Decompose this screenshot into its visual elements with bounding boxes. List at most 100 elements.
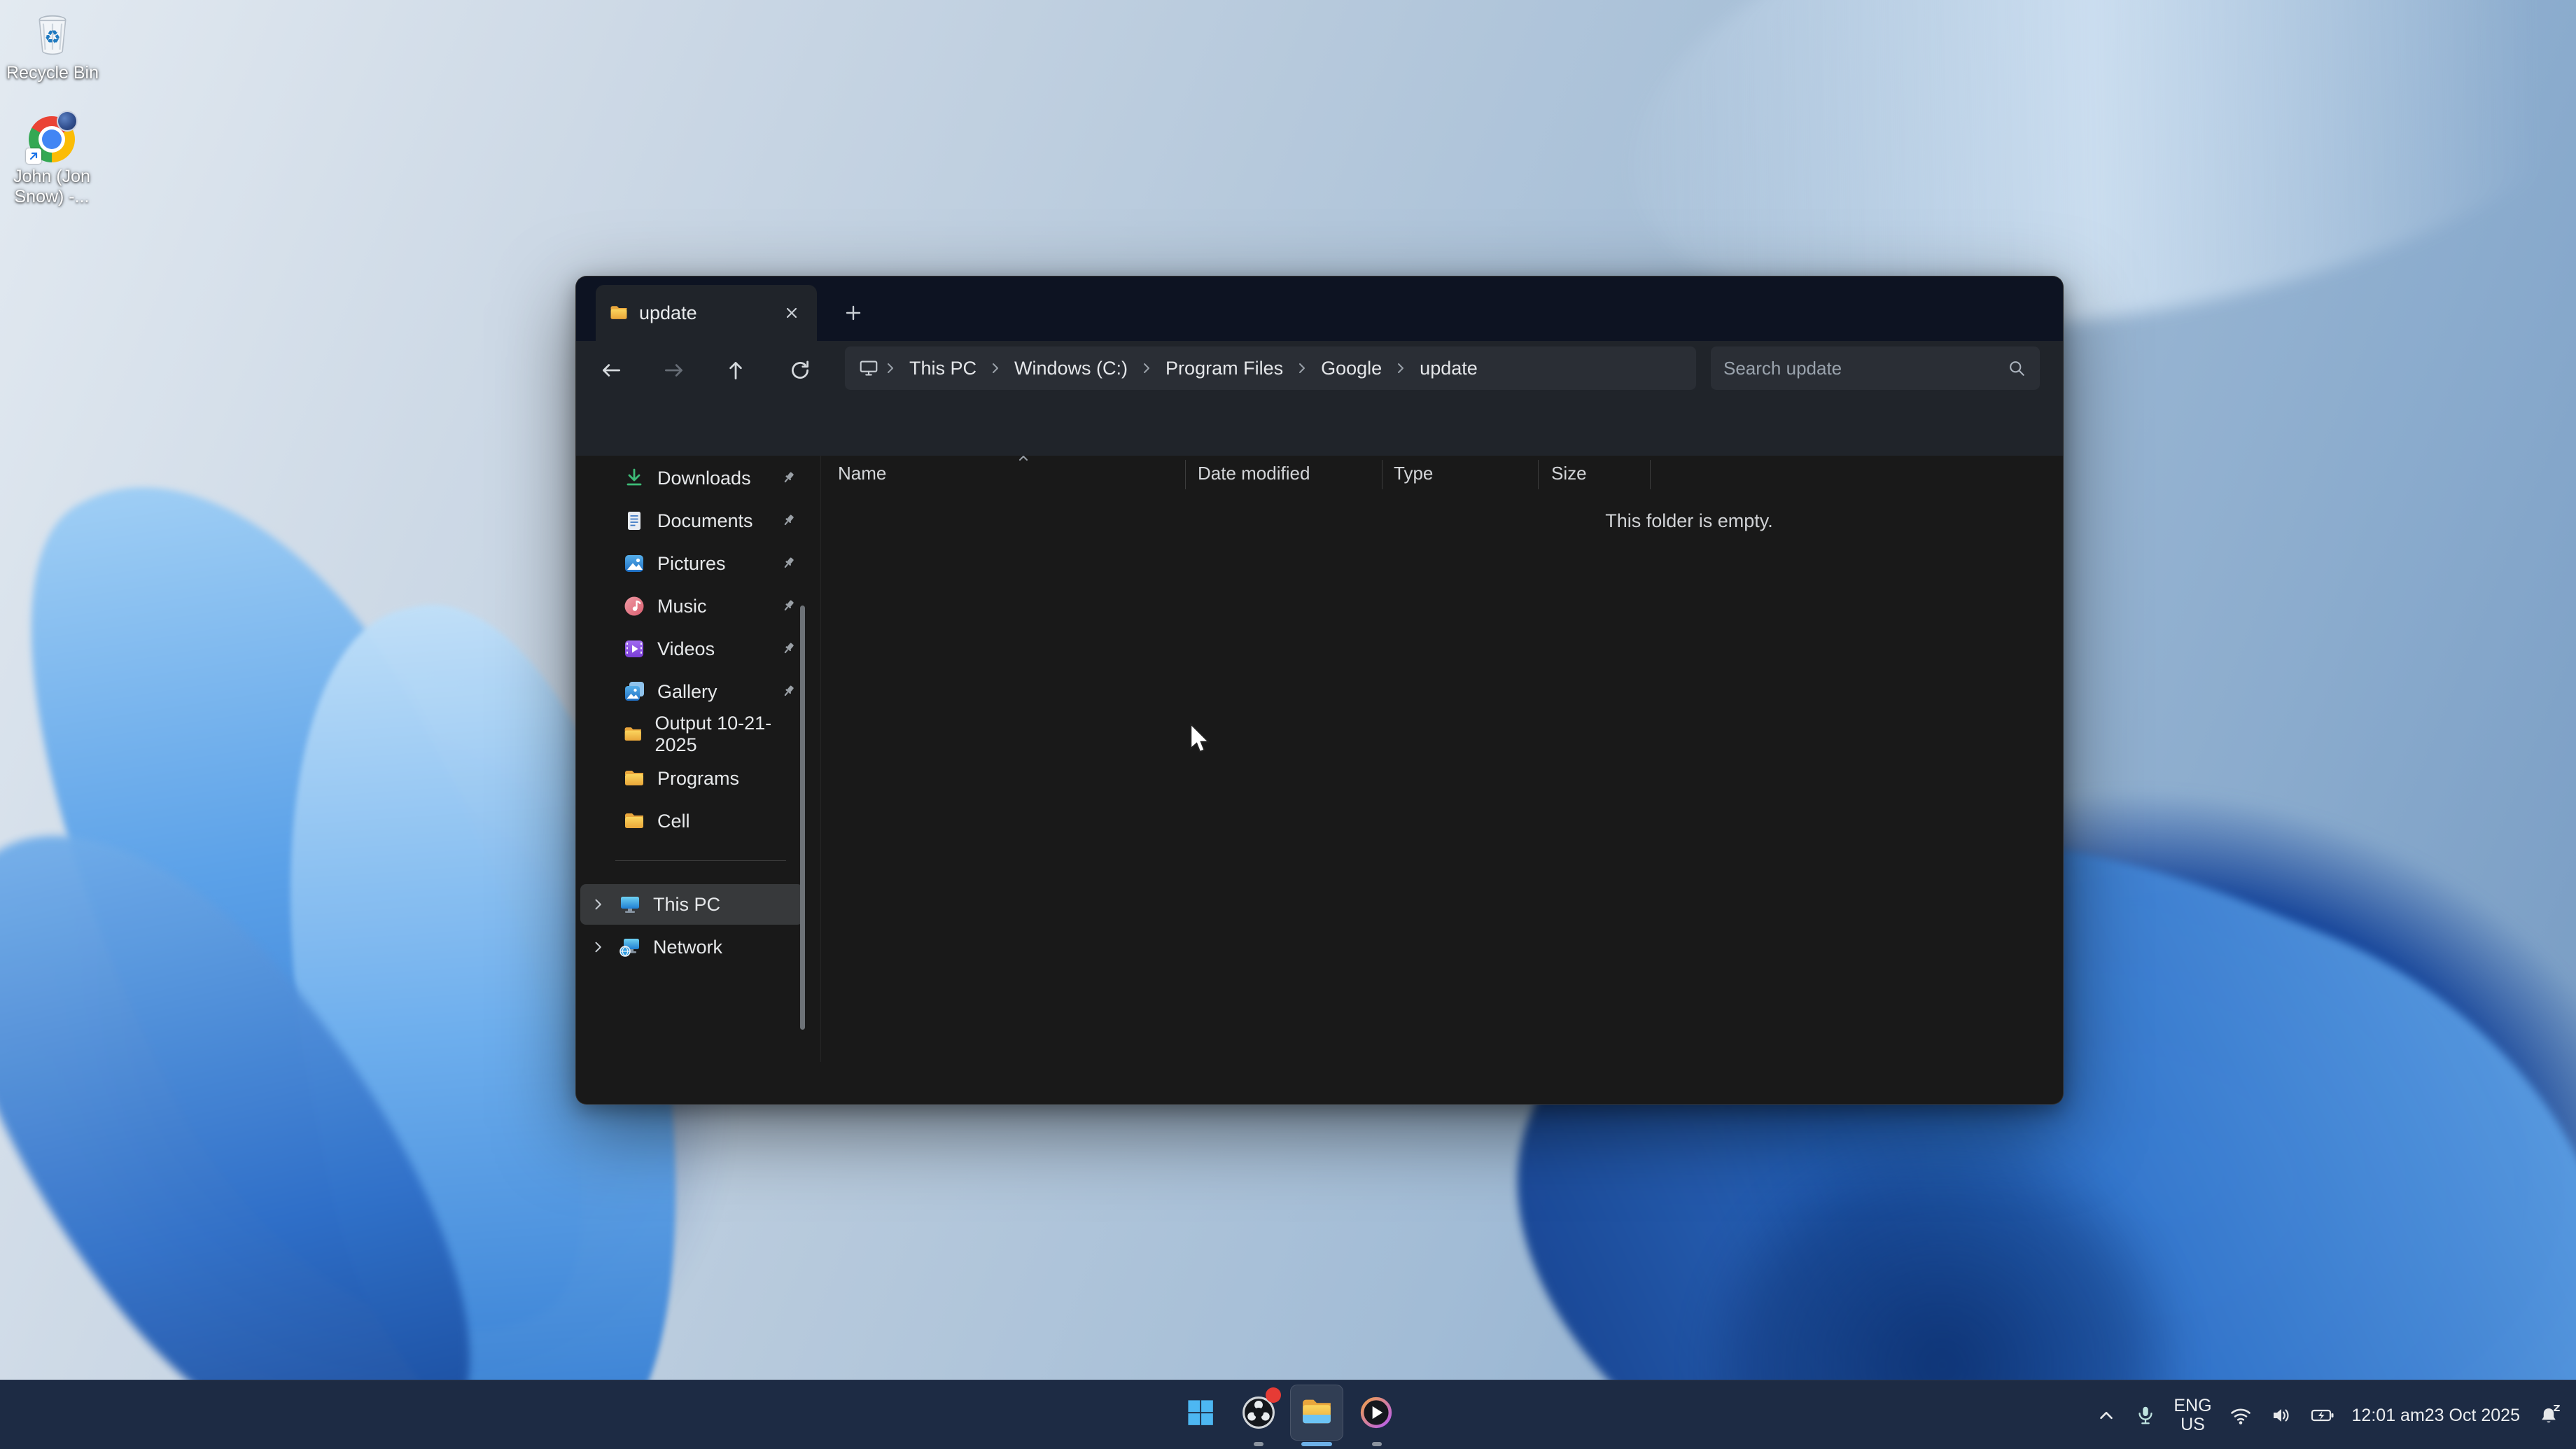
sidebar-item-downloads[interactable]: Downloads: [580, 458, 803, 498]
tray-language-switcher[interactable]: ENG US: [2171, 1393, 2214, 1438]
sidebar-item-documents[interactable]: Documents: [580, 500, 803, 541]
tray-volume[interactable]: [2267, 1393, 2296, 1438]
active-running-indicator: [1301, 1442, 1332, 1446]
start-button[interactable]: [1174, 1385, 1227, 1441]
windows-start-icon: [1184, 1396, 1217, 1429]
new-tab-button[interactable]: [838, 298, 869, 328]
chevron-right-icon: [989, 362, 1002, 374]
explorer-body: Downloads Documents Pictures: [576, 456, 2063, 1062]
taskbar-obs-button[interactable]: [1232, 1385, 1285, 1441]
pin-icon[interactable]: [779, 469, 797, 487]
recycle-bin-icon: ♻: [28, 10, 77, 59]
tray-microphone[interactable]: [2132, 1393, 2160, 1438]
taskbar-media-player-button[interactable]: [1350, 1385, 1403, 1441]
column-header-date-modified[interactable]: Date modified: [1198, 463, 1310, 484]
desktop: ♻ Recycle Bin John (Jon Snow) -... updat…: [0, 0, 2576, 1449]
chrome-profile-icon: [29, 116, 75, 162]
window-titlebar[interactable]: update: [576, 276, 2063, 341]
tray-wifi[interactable]: [2226, 1393, 2255, 1438]
speaker-icon: [2269, 1404, 2293, 1427]
column-separator[interactable]: [1650, 460, 1651, 489]
refresh-button[interactable]: [780, 351, 820, 390]
sidebar-item-programs-folder[interactable]: Programs: [580, 758, 803, 799]
folder-icon: [622, 722, 644, 746]
sidebar-item-this-pc[interactable]: This PC: [580, 884, 803, 925]
breadcrumb-program-files[interactable]: Program Files: [1157, 355, 1292, 382]
sidebar-item-pictures[interactable]: Pictures: [580, 543, 803, 584]
tray-show-hidden-icons[interactable]: [2092, 1393, 2120, 1438]
sidebar-item-cell-folder[interactable]: Cell: [580, 801, 803, 841]
sidebar-item-music[interactable]: Music: [580, 586, 803, 626]
shortcut-arrow-icon: [26, 148, 41, 164]
refresh-icon: [788, 358, 813, 383]
media-player-icon: [1358, 1394, 1394, 1431]
sidebar-item-videos[interactable]: Videos: [580, 629, 803, 669]
column-separator[interactable]: [1538, 460, 1539, 489]
pin-icon[interactable]: [779, 640, 797, 658]
column-header-type[interactable]: Type: [1394, 463, 1433, 484]
language-line1: ENG: [2174, 1396, 2211, 1415]
arrow-left-icon: [598, 358, 624, 383]
close-icon: [784, 305, 799, 321]
column-headers: Name Date modified Type Size: [821, 456, 2060, 493]
sidebar-scrollbar[interactable]: [800, 606, 805, 1030]
tab-close-button[interactable]: [779, 300, 804, 326]
forward-button[interactable]: [654, 351, 694, 390]
pictures-icon: [622, 552, 646, 575]
this-pc-icon: [618, 892, 642, 916]
chevron-right-icon: [1140, 362, 1153, 374]
this-pc-icon: [858, 357, 880, 379]
running-indicator: [1254, 1442, 1264, 1446]
breadcrumb-update[interactable]: update: [1411, 355, 1486, 382]
network-icon: [618, 935, 642, 959]
chevron-right-icon[interactable]: [590, 939, 607, 955]
recording-badge: [1266, 1387, 1281, 1403]
file-explorer-icon: [1298, 1394, 1335, 1431]
breadcrumb-google[interactable]: Google: [1312, 355, 1390, 382]
documents-icon: [622, 509, 646, 533]
desktop-icon-recycle-bin[interactable]: ♻ Recycle Bin: [0, 10, 105, 83]
sort-ascending-icon: [1016, 453, 1031, 463]
tray-clock[interactable]: 12:01 am 23 Oct 2025: [2349, 1393, 2523, 1438]
desktop-icon-chrome-profile[interactable]: John (Jon Snow) -...: [3, 116, 101, 207]
sidebar-item-label: Pictures: [657, 553, 726, 575]
sidebar-item-output-folder[interactable]: Output 10-21-2025: [580, 714, 803, 755]
back-button[interactable]: [592, 351, 631, 390]
pin-icon[interactable]: [779, 597, 797, 615]
folder-icon: [608, 302, 629, 323]
clock-time: 12:01 am: [2352, 1405, 2425, 1426]
sidebar-item-network[interactable]: Network: [580, 927, 803, 967]
running-indicator: [1372, 1442, 1382, 1446]
chevron-right-icon: [884, 362, 897, 374]
sidebar-item-gallery[interactable]: Gallery: [580, 671, 803, 712]
arrow-right-icon: [662, 358, 687, 383]
system-tray: ENG US: [2092, 1380, 2565, 1449]
taskbar-file-explorer-button[interactable]: [1290, 1385, 1343, 1441]
wifi-icon: [2229, 1404, 2253, 1427]
tray-battery[interactable]: [2307, 1393, 2338, 1438]
mouse-cursor: [1188, 723, 1216, 754]
language-line2: US: [2180, 1415, 2205, 1434]
pin-icon[interactable]: [779, 512, 797, 530]
sidebar-item-label: Network: [653, 937, 722, 958]
chevron-right-icon[interactable]: [590, 896, 607, 913]
tray-notifications[interactable]: [2534, 1393, 2565, 1438]
explorer-tab[interactable]: update: [596, 285, 817, 341]
search-input[interactable]: [1723, 358, 2006, 379]
column-separator[interactable]: [1185, 460, 1186, 489]
sidebar-item-label: Videos: [657, 638, 715, 660]
pin-icon[interactable]: [779, 554, 797, 573]
sidebar-item-label: Cell: [657, 811, 690, 832]
search-box[interactable]: [1711, 346, 2040, 390]
desktop-icon-label: Recycle Bin: [0, 63, 105, 83]
column-header-name[interactable]: Name: [838, 463, 886, 484]
breadcrumb-windows-c[interactable]: Windows (C:): [1006, 355, 1136, 382]
breadcrumb-this-pc[interactable]: This PC: [901, 355, 985, 382]
up-button[interactable]: [716, 351, 755, 390]
chevron-right-icon: [1296, 362, 1308, 374]
desktop-icon-label: John (Jon Snow) -...: [8, 167, 95, 207]
sidebar-item-label: This PC: [653, 894, 720, 916]
column-header-size[interactable]: Size: [1551, 463, 1587, 484]
gallery-icon: [622, 680, 646, 704]
pin-icon[interactable]: [779, 682, 797, 701]
